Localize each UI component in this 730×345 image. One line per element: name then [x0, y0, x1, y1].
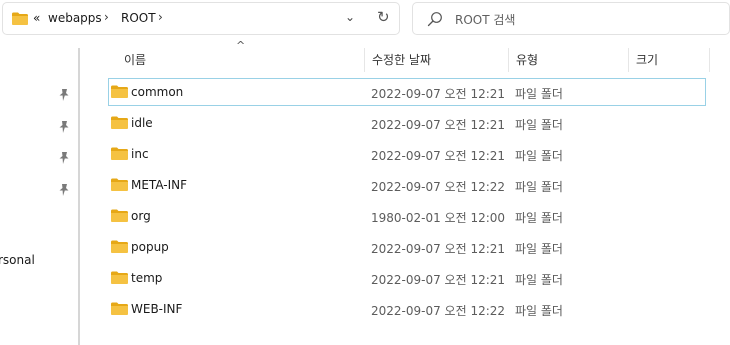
file-type: 파일 폴더 — [515, 149, 563, 163]
file-type: 파일 폴더 — [515, 118, 563, 132]
pin-icon[interactable] — [58, 151, 70, 165]
column-divider[interactable] — [508, 48, 509, 72]
file-date: 2022-09-07 오전 12:21 — [371, 273, 506, 287]
file-name[interactable]: org — [131, 209, 151, 223]
column-header-type[interactable]: 유형 — [516, 48, 538, 72]
column-divider[interactable] — [364, 48, 365, 72]
chevron-down-icon[interactable]: ⌄ — [345, 10, 355, 24]
column-divider[interactable] — [628, 48, 629, 72]
breadcrumb-separator[interactable]: › — [104, 10, 109, 24]
folder-icon — [111, 116, 128, 132]
folder-icon — [111, 178, 128, 194]
column-divider[interactable] — [709, 48, 710, 72]
file-row[interactable]: temp 2022-09-07 오전 12:21 파일 폴더 — [108, 264, 706, 292]
breadcrumb-overflow[interactable]: « — [33, 11, 40, 25]
file-date: 2022-09-07 오전 12:22 — [371, 180, 506, 194]
file-date: 2022-09-07 오전 12:21 — [371, 118, 506, 132]
folder-icon — [111, 302, 128, 318]
nav-item-personal[interactable]: rsonal — [0, 253, 35, 267]
file-type: 파일 폴더 — [515, 304, 563, 318]
file-name[interactable]: WEB-INF — [131, 302, 182, 316]
file-date: 2022-09-07 오전 12:21 — [371, 149, 506, 163]
folder-icon — [111, 85, 128, 101]
pin-icon[interactable] — [58, 120, 70, 134]
file-date: 2022-09-07 오전 12:21 — [371, 242, 506, 256]
breadcrumb-root[interactable]: ROOT — [121, 11, 156, 25]
file-row[interactable]: inc 2022-09-07 오전 12:21 파일 폴더 — [108, 140, 706, 168]
file-name[interactable]: popup — [131, 240, 169, 254]
folder-icon — [12, 12, 28, 28]
file-date: 1980-02-01 오전 12:00 — [371, 211, 506, 225]
file-type: 파일 폴더 — [515, 87, 563, 101]
search-icon — [427, 11, 443, 30]
file-row[interactable]: META-INF 2022-09-07 오전 12:22 파일 폴더 — [108, 171, 706, 199]
file-row[interactable]: common 2022-09-07 오전 12:21 파일 폴더 — [108, 78, 706, 106]
folder-icon — [111, 240, 128, 256]
file-row[interactable]: org 1980-02-01 오전 12:00 파일 폴더 — [108, 202, 706, 230]
navigation-pane: rsonal — [0, 40, 78, 345]
pane-divider[interactable] — [78, 48, 80, 345]
file-row[interactable]: popup 2022-09-07 오전 12:21 파일 폴더 — [108, 233, 706, 261]
file-row[interactable]: WEB-INF 2022-09-07 오전 12:22 파일 폴더 — [108, 295, 706, 323]
folder-icon — [111, 147, 128, 163]
file-date: 2022-09-07 오전 12:21 — [371, 87, 506, 101]
column-header-row: 이름 수정한 날짜 유형 크기 — [108, 48, 710, 72]
folder-icon — [111, 209, 128, 225]
breadcrumb-separator[interactable]: › — [158, 10, 163, 24]
file-type: 파일 폴더 — [515, 180, 563, 194]
address-bar[interactable]: « webapps › ROOT › ⌄ ↻ — [2, 2, 400, 35]
file-name[interactable]: inc — [131, 147, 149, 161]
refresh-icon[interactable]: ↻ — [377, 8, 390, 26]
search-box[interactable]: ROOT 검색 — [412, 2, 730, 35]
file-date: 2022-09-07 오전 12:22 — [371, 304, 506, 318]
file-name[interactable]: temp — [131, 271, 162, 285]
pin-icon[interactable] — [58, 88, 70, 102]
file-row[interactable]: idle 2022-09-07 오전 12:21 파일 폴더 — [108, 109, 706, 137]
file-name[interactable]: idle — [131, 116, 153, 130]
column-header-size[interactable]: 크기 — [636, 48, 658, 72]
file-type: 파일 폴더 — [515, 211, 563, 225]
breadcrumb-webapps[interactable]: webapps — [48, 11, 102, 25]
file-name[interactable]: META-INF — [131, 178, 187, 192]
folder-icon — [111, 271, 128, 287]
file-name[interactable]: common — [131, 85, 183, 99]
file-type: 파일 폴더 — [515, 242, 563, 256]
pin-icon[interactable] — [58, 183, 70, 197]
file-type: 파일 폴더 — [515, 273, 563, 287]
column-header-date[interactable]: 수정한 날짜 — [372, 48, 431, 72]
search-placeholder[interactable]: ROOT 검색 — [455, 11, 515, 28]
column-header-name[interactable]: 이름 — [124, 48, 146, 72]
